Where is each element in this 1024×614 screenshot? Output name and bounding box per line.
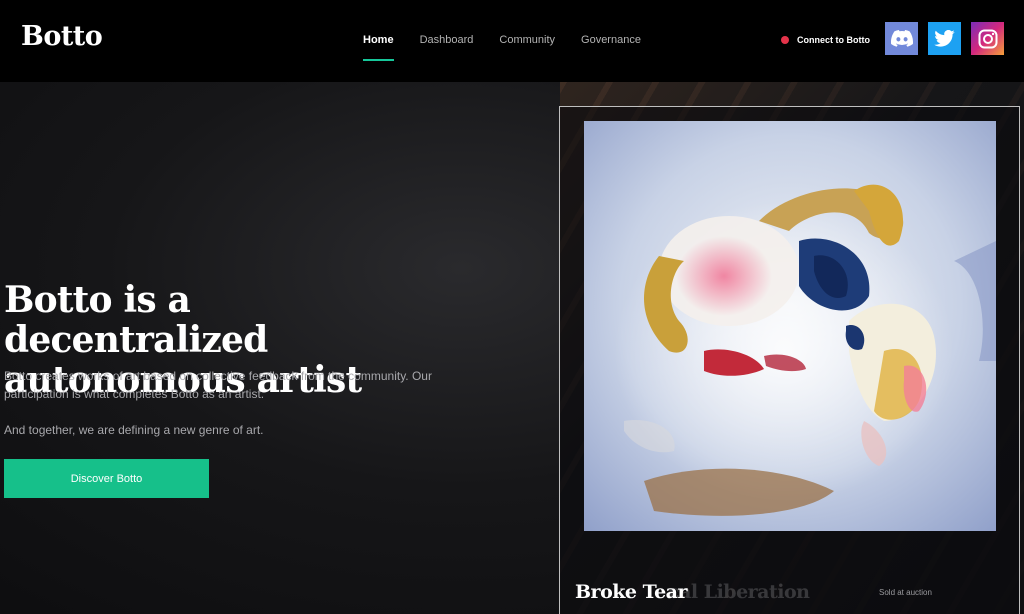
twitter-icon bbox=[934, 30, 955, 47]
nav-community[interactable]: Community bbox=[499, 34, 555, 62]
nav-dashboard[interactable]: Dashboard bbox=[420, 34, 474, 62]
main-nav: Home Dashboard Community Governance bbox=[363, 34, 667, 62]
connect-wallet-button[interactable]: Connect to Botto bbox=[781, 35, 870, 45]
artwork-status: Sold at auction bbox=[879, 588, 932, 597]
hero-tagline: And together, we are defining a new genr… bbox=[4, 423, 264, 437]
instagram-icon bbox=[978, 29, 997, 48]
nav-governance[interactable]: Governance bbox=[581, 34, 641, 62]
featured-artwork-image[interactable] bbox=[584, 121, 996, 531]
artwork-title[interactable]: Broke Tear bbox=[575, 581, 687, 603]
hero-section: Botto is a decentralized autonomous arti… bbox=[0, 82, 1024, 614]
botto-logo[interactable]: Botto bbox=[21, 21, 103, 52]
discover-botto-button[interactable]: Discover Botto bbox=[4, 459, 209, 498]
next-artwork-title: cal Liberation bbox=[668, 581, 810, 603]
connect-label: Connect to Botto bbox=[797, 35, 870, 45]
discord-icon bbox=[890, 30, 913, 47]
instagram-link[interactable] bbox=[971, 22, 1004, 55]
top-navigation-bar: Botto Home Dashboard Community Governanc… bbox=[0, 0, 1024, 82]
nav-home[interactable]: Home bbox=[363, 34, 394, 62]
hero-description: Botto creates works of art based on coll… bbox=[4, 369, 432, 401]
connection-status-dot bbox=[781, 36, 789, 44]
twitter-link[interactable] bbox=[928, 22, 961, 55]
featured-artwork-card[interactable]: cal Liberation Broke Tear Sold at auctio… bbox=[559, 106, 1020, 614]
discord-link[interactable] bbox=[885, 22, 918, 55]
